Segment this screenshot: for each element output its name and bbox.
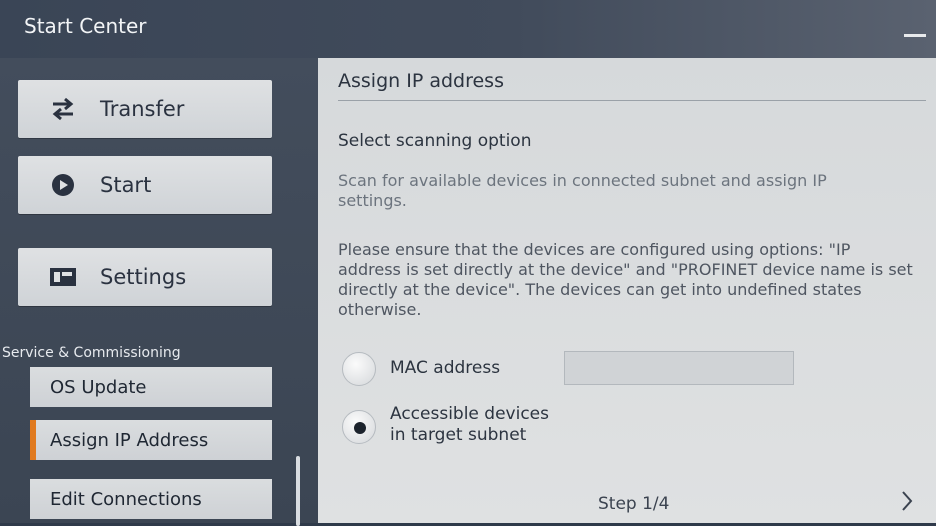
sidebar-item-os-update[interactable]: OS Update <box>30 367 272 407</box>
window-title: Start Center <box>24 14 147 38</box>
sidebar-item-assign-ip[interactable]: Assign IP Address <box>30 420 272 460</box>
mac-address-label: MAC address <box>390 358 501 378</box>
accessible-devices-label: Accessible devices in target subnet <box>390 404 549 446</box>
next-button[interactable] <box>892 488 922 518</box>
sidebar-item-edit-connections[interactable]: Edit Connections <box>30 479 272 519</box>
minimize-button[interactable] <box>904 34 926 37</box>
description-text: Scan for available devices in connected … <box>338 171 827 210</box>
title-bar: Start Center <box>0 0 936 58</box>
transfer-label: Transfer <box>100 97 185 121</box>
transfer-arrows-icon <box>48 96 78 122</box>
start-button[interactable]: Start <box>18 156 272 214</box>
section-heading: Select scanning option <box>338 131 532 151</box>
sidebar-item-label: Assign IP Address <box>50 429 209 451</box>
sidebar: Transfer Start Settings Service & Commis… <box>0 58 318 526</box>
main-content: Assign IP address Select scanning option… <box>318 58 936 523</box>
step-indicator: Step 1/4 <box>598 494 670 514</box>
sidebar-item-label: OS Update <box>50 376 147 398</box>
accessible-devices-label-line2: in target subnet <box>390 425 527 445</box>
section-label: Service & Commissioning <box>2 345 181 361</box>
active-marker <box>30 420 36 460</box>
page-title: Assign IP address <box>338 70 504 92</box>
transfer-button[interactable]: Transfer <box>18 80 272 138</box>
title-divider <box>338 100 926 101</box>
play-icon <box>48 173 78 197</box>
settings-icon <box>48 266 78 288</box>
warning-text: Please ensure that the devices are confi… <box>338 240 913 319</box>
start-label: Start <box>100 173 152 197</box>
sidebar-item-label: Edit Connections <box>50 488 202 510</box>
sidebar-scrollbar[interactable] <box>296 456 300 526</box>
radio-selected-dot <box>354 422 366 434</box>
mac-address-radio[interactable] <box>342 352 376 386</box>
settings-label: Settings <box>100 265 187 289</box>
accessible-devices-radio[interactable] <box>342 410 376 444</box>
accessible-devices-label-line1: Accessible devices <box>390 404 549 424</box>
chevron-right-icon <box>900 490 914 516</box>
mac-address-field[interactable] <box>564 351 794 385</box>
settings-button[interactable]: Settings <box>18 248 272 306</box>
